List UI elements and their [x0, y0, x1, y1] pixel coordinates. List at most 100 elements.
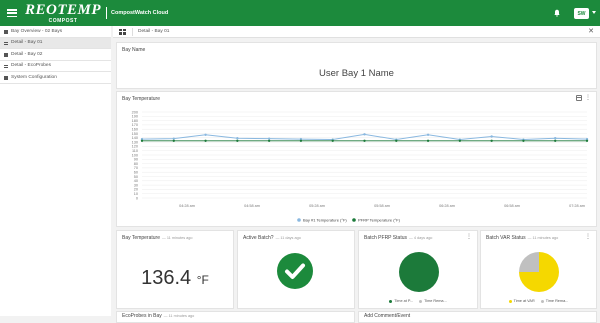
x-tick-label: 06:28 am — [439, 204, 455, 208]
sidebar-item-label: System Configuration — [11, 74, 57, 80]
legend-item: Time Rema... — [540, 299, 568, 303]
chevron-down-icon[interactable] — [592, 11, 596, 14]
more-vert-icon[interactable]: ⋮ — [466, 234, 472, 240]
more-vert-icon[interactable]: ⋮ — [585, 234, 591, 240]
pfrp-pie-chart — [399, 252, 439, 292]
y-tick-label: 70 — [134, 166, 138, 170]
y-tick-label: 100 — [132, 153, 138, 157]
legend-label: Bay #1 Temperature (°F) — [303, 217, 347, 222]
pie-legend: Time at VAR Time Rema... — [481, 299, 596, 303]
updated-text: — 11 minutes ago — [163, 314, 195, 318]
ecoprobes-card: EcoProbes in Bay — 11 minutes ago — [116, 311, 355, 323]
temperature-unit: °F — [196, 273, 209, 287]
y-tick-label: 110 — [132, 149, 138, 153]
y-tick-label: 20 — [134, 188, 138, 192]
x-tick-label: 05:58 am — [374, 204, 390, 208]
data-point — [331, 139, 334, 143]
grid-icon — [4, 30, 8, 34]
var-pie-chart — [519, 252, 559, 292]
bay-temperature-chart-card: Bay Temperature ⋮ 0 10 20 30 40 50 60 70 80 90 100… — [116, 91, 597, 227]
brand-logo: REOTEMP COMPOST — [25, 1, 102, 24]
header-divider — [106, 7, 108, 19]
bell-icon[interactable] — [553, 9, 561, 17]
temperature-number: 136.4 — [141, 267, 192, 289]
data-point — [172, 137, 175, 140]
y-tick-label: 80 — [134, 162, 138, 166]
y-tick-label: 160 — [132, 128, 138, 132]
bay-temperature-card: Bay Temperature — 11 minutes ago 136.4 °F — [116, 230, 234, 309]
legend-item: Time Rema... — [419, 299, 447, 303]
y-tick-label: 60 — [134, 171, 138, 175]
grid-icon — [4, 53, 8, 57]
legend-item: Time at P... — [389, 299, 413, 303]
data-point — [585, 139, 589, 143]
updated-text: — 11 minutes ago — [161, 236, 193, 240]
bay-name-value: User Bay 1 Name — [319, 68, 394, 79]
top-app-bar: REOTEMP COMPOST CompostWatch Cloud — [0, 0, 600, 26]
grid-icon — [4, 64, 8, 69]
tools-icon[interactable]: ✕ — [588, 28, 594, 35]
pie-legend: Time at P... Time Rema... — [359, 299, 477, 303]
data-point — [554, 139, 557, 143]
y-tick-label: 190 — [132, 115, 138, 119]
data-point — [236, 139, 239, 143]
breadcrumb-text: Detail - Bay 01 — [138, 29, 170, 34]
bay-name-card: Bay Name User Bay 1 Name — [116, 42, 597, 89]
y-tick-label: 150 — [132, 132, 138, 136]
legend-swatch — [389, 299, 393, 303]
sidebar-item-detail-bay-01[interactable]: Detail - Bay 01 — [0, 37, 111, 49]
y-tick-label: 180 — [132, 119, 138, 123]
y-tick-label: 130 — [132, 140, 138, 144]
data-point — [267, 139, 271, 143]
batch-pfrp-status-card: Batch PFRP Status — 4 days ago ⋮ Time at … — [358, 230, 478, 309]
y-tick-label: 120 — [132, 145, 138, 149]
data-point — [490, 139, 493, 143]
sidebar-item-detail-ecoprobes[interactable]: Detail - EcoProbes — [0, 61, 111, 72]
breadcrumb-divider — [132, 27, 133, 36]
y-tick-label: 200 — [132, 110, 138, 114]
legend-swatch — [297, 218, 301, 222]
sidebar-item-system-configuration[interactable]: System Configuration — [0, 72, 111, 84]
legend-label: PFRP Temperature (°F) — [358, 217, 401, 222]
data-point — [204, 139, 207, 143]
x-tick-label: 04:58 am — [244, 204, 260, 208]
active-batch-card: Active Batch? — 11 days ago — [237, 230, 355, 309]
user-avatar[interactable]: SW — [574, 8, 589, 19]
legend-swatch — [352, 218, 356, 222]
menu-icon[interactable] — [7, 9, 17, 17]
y-tick-label: 30 — [134, 183, 138, 187]
legend-swatch — [419, 299, 423, 303]
data-point — [172, 139, 175, 143]
x-tick-label: 05:28 am — [309, 204, 325, 208]
y-tick-label: 0 — [136, 196, 138, 200]
sidebar-item-detail-bay-02[interactable]: Detail - Bay 02 — [0, 49, 111, 61]
card-title: Active Batch? — 11 days ago — [243, 235, 301, 241]
updated-text: — 11 minutes ago — [527, 236, 559, 240]
data-point — [204, 133, 207, 136]
dashboard-icon[interactable] — [119, 28, 126, 35]
sidebar-item-label: Detail - Bay 01 — [11, 40, 43, 46]
batch-var-status-card: Batch VAR Status — 11 minutes ago ⋮ Time … — [480, 230, 597, 309]
grid-icon — [4, 41, 8, 46]
card-title: EcoProbes in Bay — 11 minutes ago — [122, 313, 195, 319]
pie-slice — [399, 252, 439, 292]
data-point — [299, 139, 303, 143]
legend-swatch — [540, 299, 544, 303]
brand-name: REOTEMP — [25, 1, 102, 18]
card-title: Bay Name — [122, 47, 146, 53]
x-tick-label: 04:28 am — [179, 204, 195, 208]
temperature-value: 136.4 °F — [117, 267, 233, 290]
sidebar-item-bay-overview[interactable]: Bay Overview - 02 Bays — [0, 26, 111, 38]
card-title: Add Comment/Event — [364, 313, 411, 319]
data-point — [490, 135, 493, 138]
y-tick-label: 140 — [132, 136, 138, 140]
data-point — [267, 137, 271, 140]
add-comment-card: Add Comment/Event — [358, 311, 597, 323]
data-point — [426, 139, 430, 143]
x-tick-label: 07:28 am — [569, 204, 585, 208]
legend-item: Time at VAR — [508, 299, 535, 303]
grid-icon — [4, 76, 8, 80]
data-point — [395, 139, 398, 143]
card-title: Bay Temperature — 11 minutes ago — [122, 235, 193, 241]
data-point — [363, 139, 366, 143]
